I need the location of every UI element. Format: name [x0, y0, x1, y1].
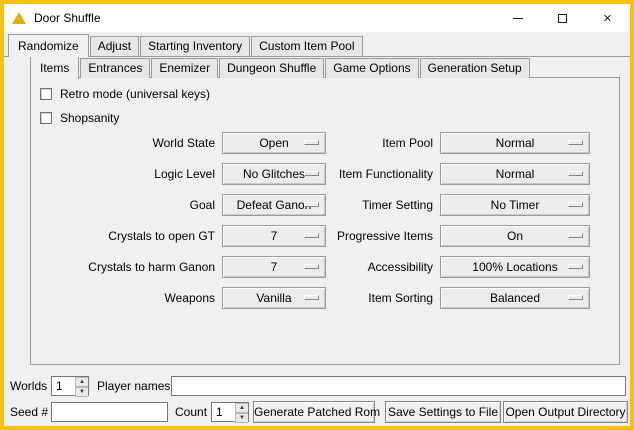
item-sorting-dropdown[interactable]: Balanced	[440, 287, 590, 309]
generate-patched-rom-button[interactable]: Generate Patched Rom	[253, 401, 375, 423]
seed-label: Seed #	[10, 402, 48, 422]
maximize-icon	[558, 14, 567, 23]
tab-game-options[interactable]: Game Options	[325, 58, 418, 78]
minimize-icon	[513, 18, 523, 19]
worlds-spinbox[interactable]: 1 ▲ ▼	[51, 376, 89, 396]
checkbox-icon[interactable]	[40, 88, 52, 100]
item-sorting-label: Item Sorting	[304, 287, 433, 309]
dropdown-indicator-icon	[568, 295, 583, 300]
tab-custom-item-pool[interactable]: Custom Item Pool	[251, 36, 362, 56]
count-spinbox[interactable]: 1 ▲ ▼	[211, 402, 249, 422]
crystals-ganon-label: Crystals to harm Ganon	[12, 256, 215, 278]
tab-starting-inventory[interactable]: Starting Inventory	[140, 36, 250, 56]
inner-tab-bar: Items Entrances Enemizer Dungeon Shuffle…	[30, 56, 531, 78]
caption-buttons: ×	[495, 4, 630, 32]
door-shuffle-window: Door Shuffle × Randomize Adjust Starting…	[0, 0, 634, 430]
crystals-gt-label: Crystals to open GT	[12, 225, 215, 247]
weapons-label: Weapons	[12, 287, 215, 309]
world-state-label: World State	[12, 132, 215, 154]
spin-down-icon[interactable]: ▼	[75, 387, 88, 397]
player-names-input[interactable]	[171, 376, 626, 396]
spin-up-icon[interactable]: ▲	[75, 377, 88, 387]
tab-adjust[interactable]: Adjust	[90, 36, 139, 56]
dropdown-indicator-icon	[568, 233, 583, 238]
outer-tab-bar: Randomize Adjust Starting Inventory Cust…	[4, 34, 630, 57]
app-icon	[12, 12, 26, 24]
item-pool-label: Item Pool	[304, 132, 433, 154]
dropdown-indicator-icon	[568, 171, 583, 176]
window-title: Door Shuffle	[34, 11, 101, 25]
title-bar[interactable]: Door Shuffle ×	[4, 4, 630, 32]
accessibility-label: Accessibility	[304, 256, 433, 278]
accessibility-dropdown[interactable]: 100% Locations	[440, 256, 590, 278]
save-settings-button[interactable]: Save Settings to File	[385, 401, 501, 423]
item-pool-dropdown[interactable]: Normal	[440, 132, 590, 154]
timer-setting-dropdown[interactable]: No Timer	[440, 194, 590, 216]
progressive-items-label: Progressive Items	[304, 225, 433, 247]
dropdown-indicator-icon	[568, 140, 583, 145]
close-button[interactable]: ×	[585, 4, 630, 32]
close-icon: ×	[603, 11, 612, 26]
goal-label: Goal	[12, 194, 215, 216]
tab-dungeon-shuffle[interactable]: Dungeon Shuffle	[219, 58, 324, 78]
item-functionality-label: Item Functionality	[304, 163, 433, 185]
worlds-label: Worlds	[10, 376, 47, 396]
item-functionality-dropdown[interactable]: Normal	[440, 163, 590, 185]
maximize-button[interactable]	[540, 4, 585, 32]
logic-level-label: Logic Level	[12, 163, 215, 185]
tab-generation-setup[interactable]: Generation Setup	[420, 58, 530, 78]
retro-mode-label: Retro mode (universal keys)	[60, 87, 210, 101]
dropdown-indicator-icon	[568, 202, 583, 207]
player-names-label: Player names	[97, 376, 170, 396]
checkbox-icon[interactable]	[40, 112, 52, 124]
dropdown-indicator-icon	[568, 264, 583, 269]
open-output-directory-button[interactable]: Open Output Directory	[503, 401, 628, 423]
shopsanity-label: Shopsanity	[60, 111, 119, 125]
retro-mode-checkbox[interactable]: Retro mode (universal keys)	[40, 86, 210, 102]
client-area: Randomize Adjust Starting Inventory Cust…	[4, 32, 630, 426]
tab-randomize[interactable]: Randomize	[8, 34, 89, 57]
spin-down-icon[interactable]: ▼	[235, 413, 248, 423]
progressive-items-dropdown[interactable]: On	[440, 225, 590, 247]
spin-up-icon[interactable]: ▲	[235, 403, 248, 413]
seed-input[interactable]	[51, 402, 168, 422]
shopsanity-checkbox[interactable]: Shopsanity	[40, 110, 119, 126]
minimize-button[interactable]	[495, 4, 540, 32]
timer-setting-label: Timer Setting	[304, 194, 433, 216]
tab-enemizer[interactable]: Enemizer	[151, 58, 218, 78]
count-label: Count	[175, 402, 207, 422]
tab-items[interactable]: Items	[30, 56, 79, 79]
tab-entrances[interactable]: Entrances	[80, 58, 150, 78]
